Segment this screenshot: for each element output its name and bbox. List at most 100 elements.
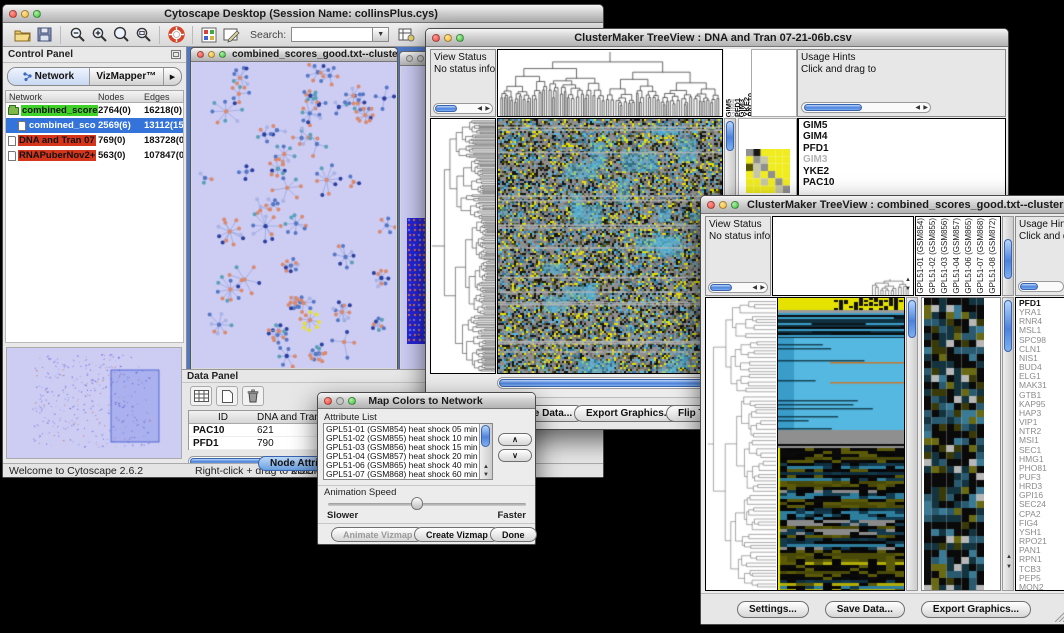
- speed-slider-thumb[interactable]: [411, 497, 423, 510]
- scroll-down-arrow[interactable]: ▼: [483, 472, 489, 478]
- column-label[interactable]: GPL51-03 (GSM856): [940, 218, 952, 294]
- tv1-heatmap-hscrollbar[interactable]: [497, 377, 723, 389]
- view-status-hscrollbar[interactable]: ◀▶: [708, 282, 768, 293]
- gene-label[interactable]: GIM3: [799, 154, 1005, 165]
- scroll-up-arrow[interactable]: ▲: [483, 464, 489, 470]
- close-button[interactable]: [197, 51, 204, 58]
- network-row[interactable]: combined_sco 2569(6) 13112(15): [6, 118, 183, 133]
- column-label[interactable]: GPL51-06 (GSM865): [964, 218, 976, 294]
- zoom-fit-icon[interactable]: [132, 25, 154, 45]
- minimize-button[interactable]: [444, 34, 452, 42]
- scroll-right-arrow[interactable]: ▶: [485, 106, 490, 112]
- tab-vizmapper[interactable]: VizMapper™: [90, 68, 164, 85]
- dialog-titlebar[interactable]: Map Colors to Network: [318, 393, 535, 409]
- tv2-row-dendrogram[interactable]: [705, 297, 777, 591]
- gene-label[interactable]: GIM5: [799, 120, 1005, 131]
- float-panel-icon[interactable]: [171, 50, 181, 59]
- zoom-button[interactable]: [33, 10, 41, 18]
- tab-overflow-arrow[interactable]: ▶: [164, 68, 181, 85]
- animate-vizmap-button[interactable]: Animate Vizmap: [331, 527, 424, 542]
- move-up-button[interactable]: ∧: [498, 433, 532, 446]
- treeview1-titlebar[interactable]: ClusterMaker TreeView : DNA and Tran 07-…: [426, 29, 1008, 47]
- minimize-button[interactable]: [719, 201, 727, 209]
- move-down-button[interactable]: ∨: [498, 449, 532, 462]
- network-row[interactable]: DNA and Tran 07 769(0) 183728(0): [6, 133, 183, 148]
- scroll-down-arrow[interactable]: ▼: [1006, 564, 1012, 570]
- scroll-right-arrow[interactable]: ▶: [923, 105, 928, 111]
- attribute-item[interactable]: GPL51-07 (GSM868) heat shock 60 min: [324, 470, 478, 479]
- zoom-button[interactable]: [348, 397, 356, 405]
- close-button[interactable]: [707, 201, 715, 209]
- overview-canvas[interactable]: [7, 348, 181, 458]
- tv2-genelist-vscrollbar[interactable]: ▲ ▼: [1002, 297, 1014, 591]
- gene-label[interactable]: PAC10: [799, 177, 1005, 188]
- zoom-button[interactable]: [219, 51, 226, 58]
- attribute-list-vscrollbar[interactable]: ▲ ▼: [479, 424, 492, 479]
- trash-icon[interactable]: [242, 386, 264, 406]
- minimize-button[interactable]: [417, 55, 424, 62]
- annotation-icon[interactable]: [220, 25, 242, 45]
- minimize-button[interactable]: [208, 51, 215, 58]
- close-button[interactable]: [324, 397, 332, 405]
- column-label[interactable]: GPL51-04 (GSM857): [952, 218, 964, 294]
- zoom-button[interactable]: [456, 34, 464, 42]
- done-button[interactable]: Done: [490, 527, 537, 542]
- column-label[interactable]: PAC10: [746, 93, 750, 117]
- save-data-button[interactable]: Save Data...: [825, 601, 905, 618]
- tv2-heatmap[interactable]: [777, 297, 905, 591]
- minimize-button[interactable]: [21, 10, 29, 18]
- help-lifering-icon[interactable]: [165, 25, 187, 45]
- main-titlebar[interactable]: Cytoscape Desktop (Session Name: collins…: [3, 5, 603, 23]
- close-button[interactable]: [9, 10, 17, 18]
- gene-label[interactable]: YKE2: [799, 166, 1005, 177]
- scroll-left-arrow[interactable]: ◀: [915, 105, 920, 111]
- tv2-heatmap-vscrollbar[interactable]: [906, 297, 918, 591]
- usage-hints-hscrollbar[interactable]: ◀▶: [801, 102, 931, 113]
- network-row[interactable]: RNAPuberNov2+ 563(0) 107847(0): [6, 148, 183, 163]
- column-label[interactable]: GIM3: [737, 99, 741, 117]
- zoom-in-icon[interactable]: [88, 25, 110, 45]
- zoom-out-icon[interactable]: [66, 25, 88, 45]
- zoom-selected-icon[interactable]: [110, 25, 132, 45]
- export-graphics-button[interactable]: Export Graphics...: [921, 601, 1031, 618]
- tv2-zoom-heatmap[interactable]: [924, 298, 984, 590]
- save-button[interactable]: [33, 25, 55, 45]
- tv1-column-dendrogram[interactable]: [497, 49, 723, 117]
- tv2-labels-vscrollbar[interactable]: [1002, 216, 1014, 296]
- birdseye-overview[interactable]: [6, 347, 182, 459]
- scroll-up-arrow[interactable]: ▲: [1006, 554, 1012, 560]
- new-doc-icon[interactable]: [216, 386, 238, 406]
- resize-grip[interactable]: [1055, 612, 1064, 622]
- scroll-left-arrow[interactable]: ◀: [752, 285, 757, 291]
- create-vizmap-button[interactable]: Create Vizmap: [414, 527, 500, 542]
- column-label[interactable]: GPL51-07 (GSM868): [976, 218, 988, 294]
- id-column-header[interactable]: ID: [189, 412, 257, 423]
- close-button[interactable]: [406, 55, 413, 62]
- treeview2-titlebar[interactable]: ClusterMaker TreeView : combined_scores_…: [701, 196, 1064, 214]
- close-button[interactable]: [432, 34, 440, 42]
- network-window-1[interactable]: combined_scores_good.txt--cluste...: [190, 47, 398, 369]
- search-input[interactable]: [291, 27, 373, 42]
- open-file-button[interactable]: [11, 25, 33, 45]
- panel-layout-icon[interactable]: [198, 25, 220, 45]
- scroll-down-arrow[interactable]: ▼: [905, 286, 911, 292]
- gene-label[interactable]: PFD1: [799, 143, 1005, 154]
- tv1-row-dendrogram[interactable]: [430, 118, 496, 374]
- tv1-mini-heatmap[interactable]: [746, 149, 790, 193]
- gene-label[interactable]: GIM4: [799, 131, 1005, 142]
- search-dropdown-button[interactable]: ▼: [373, 27, 389, 42]
- view-status-hscrollbar[interactable]: ◀▶: [433, 103, 493, 114]
- table-grid-icon[interactable]: [190, 386, 212, 406]
- speed-slider[interactable]: [328, 503, 526, 506]
- column-label[interactable]: GPL51-01 (GSM854): [916, 218, 928, 294]
- tv1-heatmap[interactable]: [497, 118, 723, 374]
- tv2-gene-list[interactable]: PFD1YRA1RNR4MSL1SPC98CLN1NIS1BUD4ELG1MAK…: [1015, 297, 1064, 591]
- settings-button[interactable]: Settings...: [737, 601, 809, 618]
- gene-label[interactable]: MON2: [1016, 583, 1064, 591]
- usage-hints-hscrollbar[interactable]: [1018, 281, 1064, 292]
- network-row[interactable]: combined_scores 2764(0) 16218(0): [6, 103, 183, 118]
- column-label[interactable]: GPL51-02 (GSM855): [928, 218, 940, 294]
- attribute-browser-icon[interactable]: [395, 25, 417, 45]
- column-label[interactable]: GPL51-08 (GSM872): [988, 218, 1000, 294]
- tv2-column-dendrogram[interactable]: ▲ ▼: [772, 216, 914, 296]
